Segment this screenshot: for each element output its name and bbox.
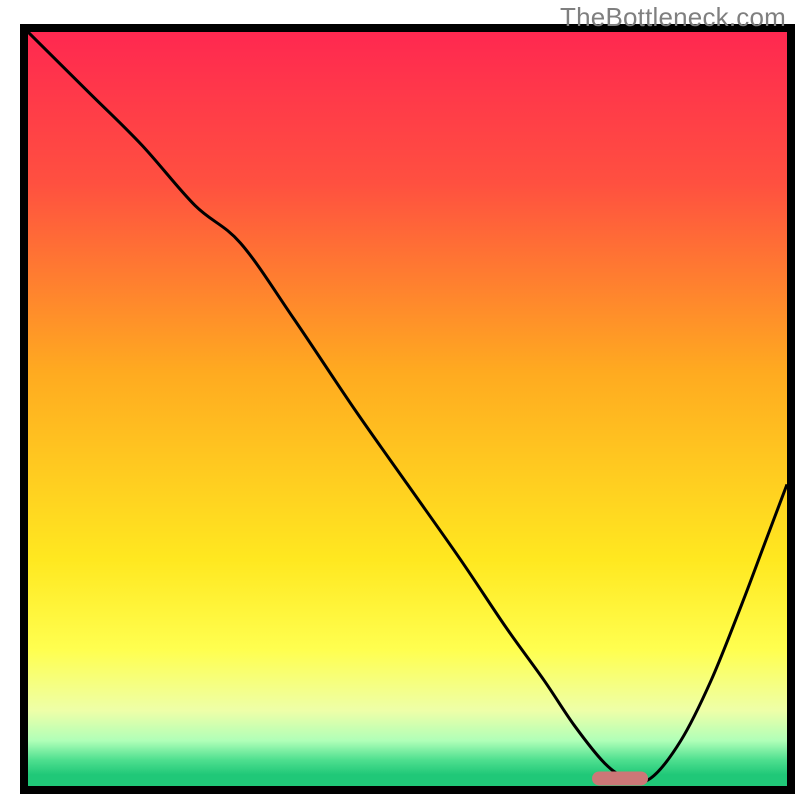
- bottleneck-chart: [0, 0, 800, 800]
- chart-container: TheBottleneck.com: [0, 0, 800, 800]
- highlight-marker: [592, 771, 648, 785]
- watermark-text: TheBottleneck.com: [560, 2, 786, 33]
